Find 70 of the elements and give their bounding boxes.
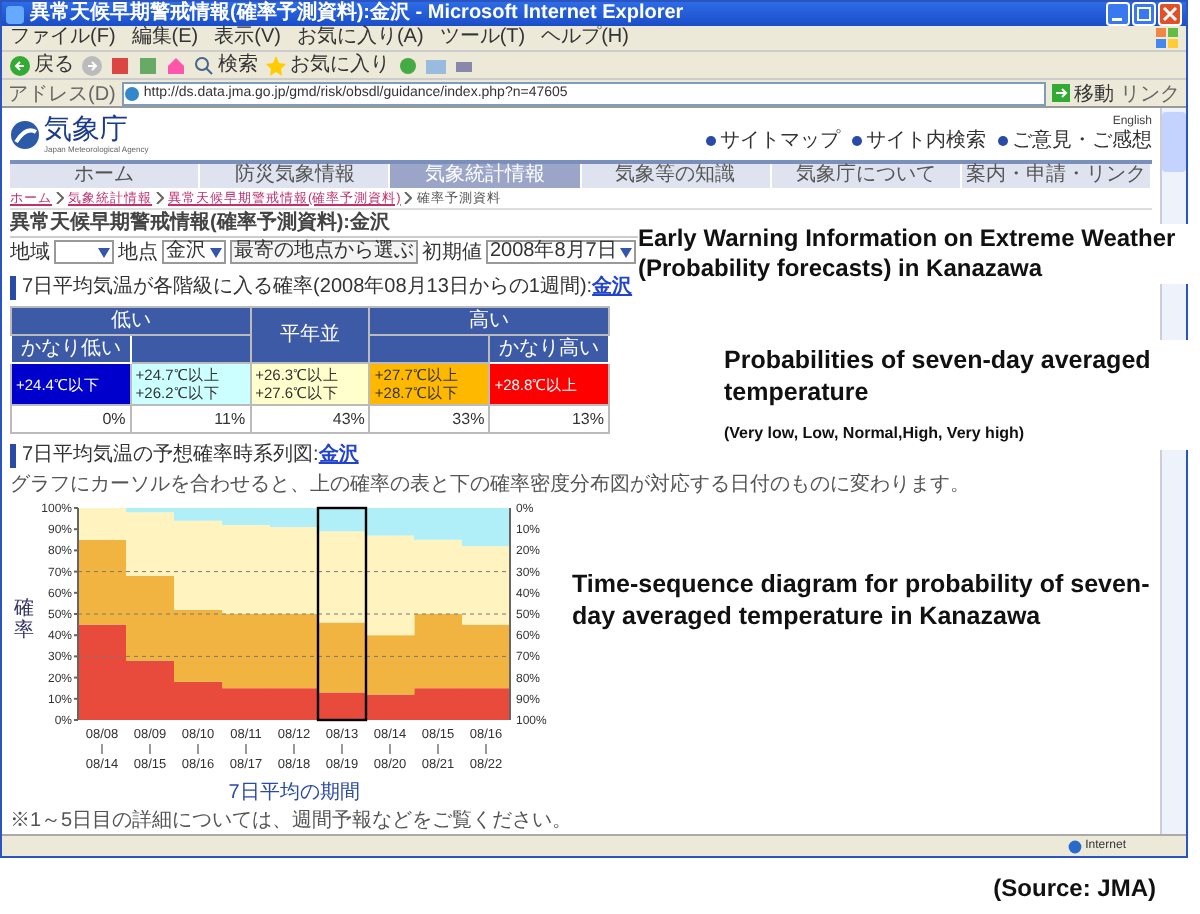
chevron-icon: [404, 192, 413, 204]
group-header: 高い: [369, 307, 609, 335]
probability-cell: 33%: [369, 405, 490, 433]
links-button[interactable]: リンク: [1120, 79, 1180, 107]
probability-cell: 43%: [250, 405, 370, 433]
annotation-text: Probabilities of seven-day averaged temperature: [724, 344, 1153, 408]
y-axis-title: 確率: [14, 598, 34, 642]
annotation-note: (Very low, Low, Normal,High, Very high): [724, 424, 1027, 444]
close-button[interactable]: [1158, 2, 1182, 26]
nav-tab[interactable]: ホーム: [10, 164, 201, 188]
point-select[interactable]: 金沢: [162, 240, 226, 264]
chevron-icon: [56, 192, 64, 204]
go-arrow-icon: [1052, 84, 1070, 102]
chevron-icon: [156, 192, 164, 204]
subgroup-header: かなり高い: [489, 335, 609, 363]
place-link[interactable]: 金沢: [318, 444, 359, 466]
top-link[interactable]: サイト内検索: [852, 129, 986, 153]
probability-cell: 13%: [489, 405, 609, 433]
region-select[interactable]: [54, 240, 114, 264]
dropdown-arrow-icon: [98, 247, 110, 257]
nav-tab[interactable]: 気象等の知識: [581, 164, 772, 188]
stop-icon[interactable]: [110, 55, 130, 75]
annotation-text: Time-sequence diagram for probability of seven-day averaged temperature in Kanazawa: [572, 568, 1152, 632]
menu-item[interactable]: ツール(T): [439, 26, 526, 50]
point-label: 地点: [118, 239, 158, 266]
top-link[interactable]: サイトマップ: [706, 129, 840, 153]
source-credit: (Source: JMA): [993, 874, 1156, 902]
top-link[interactable]: ご意見・ご感想: [998, 129, 1152, 153]
page-icon: [6, 5, 24, 23]
logo-icon: [10, 119, 40, 149]
menu-item[interactable]: 編集(E): [131, 26, 199, 50]
windows-logo-icon: [1156, 28, 1178, 48]
region-label: 地域: [10, 239, 50, 266]
menu-item[interactable]: ヘルプ(H): [541, 26, 629, 50]
address-label: アドレス(D): [8, 81, 116, 107]
subgroup-header: かなり低い: [11, 335, 131, 363]
chart-description: グラフにカーソルを合わせると、上の確率の表と下の確率密度分布図が対応する日付のものに変わります。: [10, 474, 972, 498]
search-button[interactable]: 検索: [194, 54, 258, 76]
dropdown-arrow-icon: [620, 247, 633, 257]
nearest-point-button[interactable]: 最寄の地点から選ぶ: [230, 240, 418, 264]
back-arrow-icon: [10, 55, 30, 75]
home-icon[interactable]: [166, 55, 186, 75]
x-axis-title: 7日平均の期間: [228, 782, 360, 804]
maximize-icon: [1136, 6, 1152, 22]
site-logo-text[interactable]: 気象庁: [44, 114, 149, 144]
nav-tab[interactable]: 気象庁について: [771, 164, 962, 188]
search-icon: [194, 55, 214, 75]
initial-date-select[interactable]: 2008年8月7日: [486, 240, 637, 264]
menu-item[interactable]: ファイル(F): [10, 26, 116, 50]
globe-icon: [1067, 839, 1082, 853]
dropdown-arrow-icon: [210, 247, 222, 257]
forward-icon[interactable]: [82, 55, 102, 75]
minimize-button[interactable]: [1106, 2, 1130, 26]
star-icon: [266, 55, 286, 75]
group-header: 低い: [11, 307, 251, 335]
favorites-button[interactable]: お気に入り: [266, 54, 390, 76]
probability-cell: 11%: [130, 405, 251, 433]
maximize-button[interactable]: [1132, 2, 1156, 26]
nav-tab[interactable]: 案内・申請・リンク: [961, 164, 1153, 188]
group-header: 平年並: [250, 307, 370, 363]
menu-item[interactable]: 表示(V): [214, 26, 281, 50]
window-title: 異常天候早期警戒情報(確率予測資料):金沢 - Microsoft Internet Explorer: [30, 2, 686, 25]
back-button[interactable]: 戻る: [10, 54, 74, 76]
initial-date-label: 初期値: [422, 239, 482, 266]
probability-cell: 0%: [11, 405, 131, 433]
footnote: ※1～5日目の詳細については、週間予報などをご覧ください。: [10, 810, 575, 834]
menu-item[interactable]: お気に入り(A): [296, 26, 424, 50]
page-globe-icon: [123, 85, 140, 101]
place-link[interactable]: 金沢: [592, 276, 633, 298]
close-icon: [1162, 6, 1178, 22]
